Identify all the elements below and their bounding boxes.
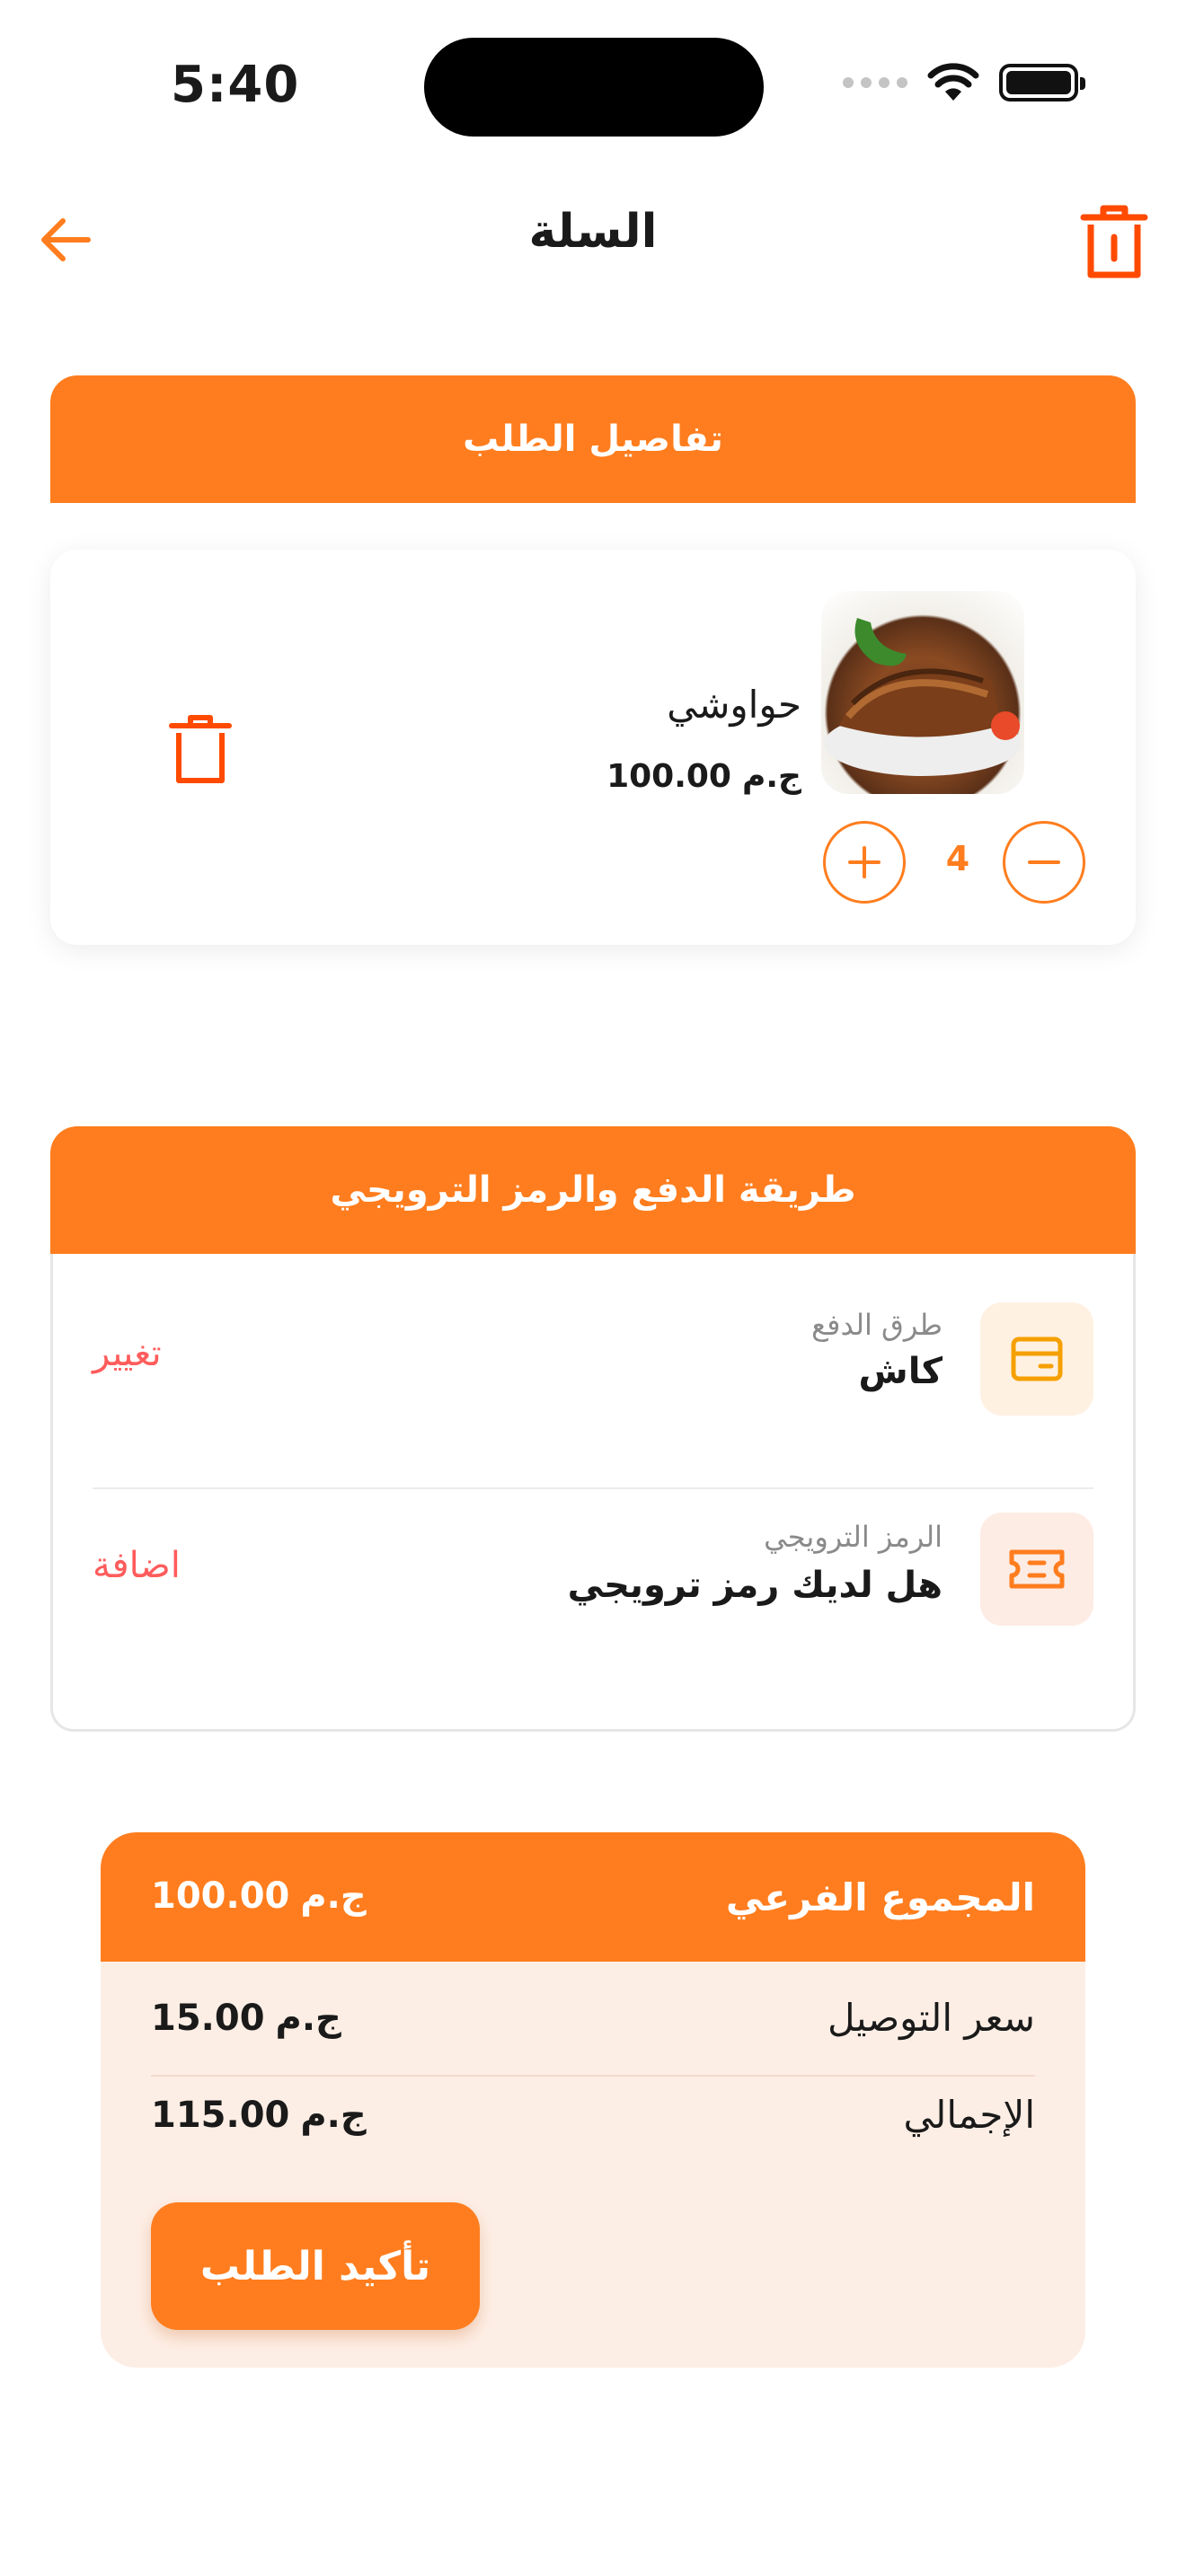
summary-divider xyxy=(151,2075,1035,2077)
item-name: حواوشي xyxy=(667,683,801,727)
minus-icon xyxy=(1028,860,1060,864)
subtotal-currency: ج.م xyxy=(300,1875,367,1917)
delivery-value: 15.00 ج.م xyxy=(151,1998,341,2039)
total-amount: 115.00 xyxy=(151,2095,290,2136)
subtotal-value: 100.00 ج.م xyxy=(151,1875,367,1917)
payment-card: طرق الدفع كاش تغيير الرمز الترويجي هل لد… xyxy=(50,1254,1136,1732)
status-icons xyxy=(843,63,1085,102)
delivery-currency: ج.م xyxy=(275,1998,341,2039)
dynamic-island xyxy=(424,38,764,137)
status-time: 5:40 xyxy=(171,56,300,114)
promo-code-row[interactable]: الرمز الترويجي هل لديك رمز ترويجي اضافة xyxy=(53,1513,1133,1692)
increase-quantity-button[interactable] xyxy=(823,821,906,904)
subtotal-label: المجموع الفرعي xyxy=(725,1875,1035,1919)
subtotal-row: المجموع الفرعي 100.00 ج.م xyxy=(101,1832,1085,1962)
change-payment-link[interactable]: تغيير xyxy=(93,1333,162,1374)
promo-code-label: الرمز الترويجي xyxy=(764,1520,943,1554)
page-title: السلة xyxy=(528,205,658,259)
payment-divider xyxy=(93,1487,1093,1489)
plus-icon xyxy=(848,846,881,878)
total-label: الإجمالي xyxy=(903,2093,1035,2137)
order-summary-card: المجموع الفرعي 100.00 ج.م سعر التوصيل 15… xyxy=(101,1832,1085,2368)
payment-method-value: كاش xyxy=(858,1351,943,1392)
total-value: 115.00 ج.م xyxy=(151,2095,367,2136)
payment-method-label: طرق الدفع xyxy=(811,1308,943,1342)
clear-cart-button[interactable] xyxy=(1078,203,1150,280)
ticket-icon-box xyxy=(980,1513,1093,1626)
trash-icon xyxy=(169,715,232,783)
total-currency: ج.م xyxy=(300,2095,367,2136)
confirm-order-button[interactable]: تأكيد الطلب xyxy=(151,2202,480,2330)
battery-icon xyxy=(999,64,1085,101)
wallet-icon xyxy=(1011,1337,1063,1381)
trash-icon xyxy=(1080,205,1148,278)
quantity-value: 4 xyxy=(945,839,970,878)
cart-screen: 5:40 السلة تفاصيل الطلب حواوشي 100.00 ج.… xyxy=(0,0,1186,2576)
delivery-amount: 15.00 xyxy=(151,1998,265,2039)
signal-icon xyxy=(843,77,907,88)
ticket-icon xyxy=(1009,1549,1065,1589)
payment-section-header: طريقة الدفع والرمز الترويجي xyxy=(50,1126,1136,1254)
product-image xyxy=(821,591,1024,794)
delivery-label: سعر التوصيل xyxy=(828,1996,1035,2040)
add-promo-link[interactable]: اضافة xyxy=(93,1545,181,1586)
food-illustration xyxy=(824,618,1022,776)
item-price-value: 100.00 xyxy=(606,758,731,795)
order-details-title: تفاصيل الطلب xyxy=(463,419,723,460)
promo-code-value: هل لديك رمز ترويجي xyxy=(567,1565,943,1606)
payment-method-row[interactable]: طرق الدفع كاش تغيير xyxy=(53,1254,1133,1434)
payment-section-title: طريقة الدفع والرمز الترويجي xyxy=(330,1169,856,1211)
item-price: 100.00 ج.م xyxy=(606,758,801,795)
decrease-quantity-button[interactable] xyxy=(1003,821,1085,904)
confirm-order-label: تأكيد الطلب xyxy=(199,2243,431,2289)
item-price-currency: ج.م xyxy=(741,758,801,795)
order-details-header: تفاصيل الطلب xyxy=(50,375,1136,503)
wallet-icon-box xyxy=(980,1302,1093,1416)
remove-item-button[interactable] xyxy=(167,713,234,785)
subtotal-amount: 100.00 xyxy=(151,1875,290,1917)
wifi-icon xyxy=(927,63,979,101)
cart-item-card: حواوشي 100.00 ج.م 4 xyxy=(50,550,1136,945)
